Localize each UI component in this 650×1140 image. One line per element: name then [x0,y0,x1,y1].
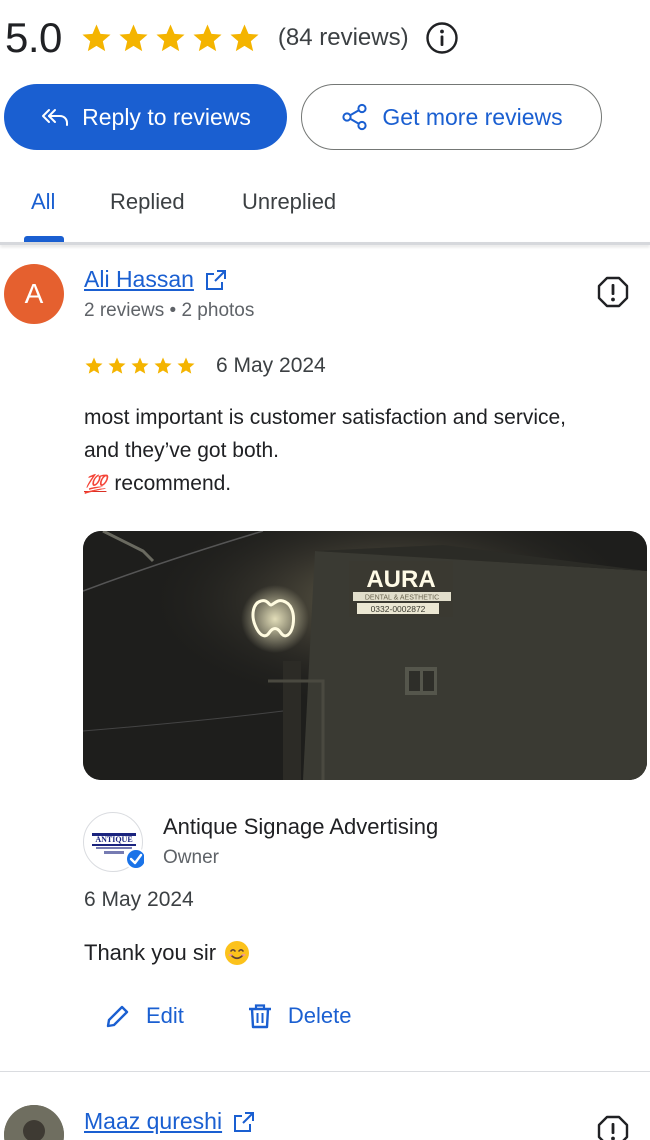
reviewer-name[interactable]: Ali Hassan [84,266,194,293]
get-more-reviews-button[interactable]: Get more reviews [301,84,602,150]
star-icon [131,357,149,374]
average-rating: 5.0 [5,14,62,61]
pencil-icon [106,1005,129,1028]
edit-label: Edit [146,1003,184,1028]
reviewer-name-link[interactable]: Ali Hassan [84,266,228,293]
reply-to-reviews-label: Reply to reviews [82,103,251,130]
get-more-reviews-label: Get more reviews [382,103,563,130]
tab-all[interactable]: All [31,165,55,243]
hundred-points-emoji: 💯 [84,474,107,494]
avatar[interactable] [4,1105,64,1140]
open-in-new-icon [205,269,226,290]
delete-reply-button[interactable]: Delete [246,1002,352,1030]
reviewer-name[interactable]: Maaz qureshi [84,1108,222,1135]
tab-unreplied[interactable]: Unreplied [242,165,336,243]
star-icon [156,23,185,51]
star-icon [82,23,111,51]
trash-icon [248,1004,271,1029]
owner-logo-text: ANTIQUE [95,835,132,844]
star-icon [177,357,195,374]
open-in-new-icon [234,1111,255,1132]
owner-role: Owner [163,847,219,868]
owner-avatar[interactable]: ANTIQUE [83,812,147,872]
reply-date: 6 May 2024 [84,888,194,911]
sign-subtitle: DENTAL & AESTHETIC [365,595,439,602]
user-photo [4,1105,64,1140]
reply-text: Thank you sir [84,940,250,966]
review-date: 6 May 2024 [216,354,326,377]
owner-name: Antique Signage Advertising [163,814,439,839]
reviewer-name-link[interactable]: Maaz qureshi [84,1108,256,1135]
star-icon [85,357,103,374]
star-icon [108,357,126,374]
average-stars [80,22,261,55]
avatar[interactable]: A [4,264,64,324]
tabs-divider [0,242,650,245]
review-text-line: most important is customer satisfaction … [84,406,567,429]
review-stars [84,356,196,376]
antique-logo: ANTIQUE [92,833,147,870]
info-icon[interactable] [425,21,459,55]
action-buttons: Reply to reviews Get more reviews [4,84,602,150]
star-icon [119,23,148,51]
sign-phone: 0332-0002872 [371,604,426,614]
review-filter-tabs: All Replied Unreplied [0,165,373,243]
delete-label: Delete [287,1003,352,1028]
rating-summary: 5.0 (84 reviews) [5,12,459,64]
review-count: (84 reviews) [277,24,409,51]
star-icon [193,23,222,51]
share-icon [342,103,367,131]
sign-title: AURA [366,566,435,593]
review-text: most important is customer satisfaction … [84,401,644,501]
review-text-line: 💯 recommend. [84,467,644,501]
reply-text-content: Thank you sir [84,940,217,965]
smiling-face-emoji [225,941,250,965]
review-rating-line: 6 May 2024 [84,354,326,378]
report-icon[interactable] [596,1114,630,1140]
tab-replied[interactable]: Replied [110,165,185,243]
star-icon [154,357,172,374]
review-text-line: and they’ve got both. [84,439,279,462]
review-text-last: recommend. [114,472,232,495]
storefront-photo: AURA DENTAL & AESTHETIC 0332-0002872 [83,531,647,780]
reply-actions: Edit Delete [104,1002,352,1030]
reviewer-meta: 2 reviews • 2 photos [84,300,255,321]
reply-all-icon [42,109,69,126]
report-icon[interactable] [596,275,630,309]
review-photo[interactable]: AURA DENTAL & AESTHETIC 0332-0002872 [83,531,647,780]
star-icon [230,23,259,51]
review-divider [0,1071,650,1072]
reply-to-reviews-button[interactable]: Reply to reviews [4,84,287,150]
edit-reply-button[interactable]: Edit [104,1002,184,1030]
